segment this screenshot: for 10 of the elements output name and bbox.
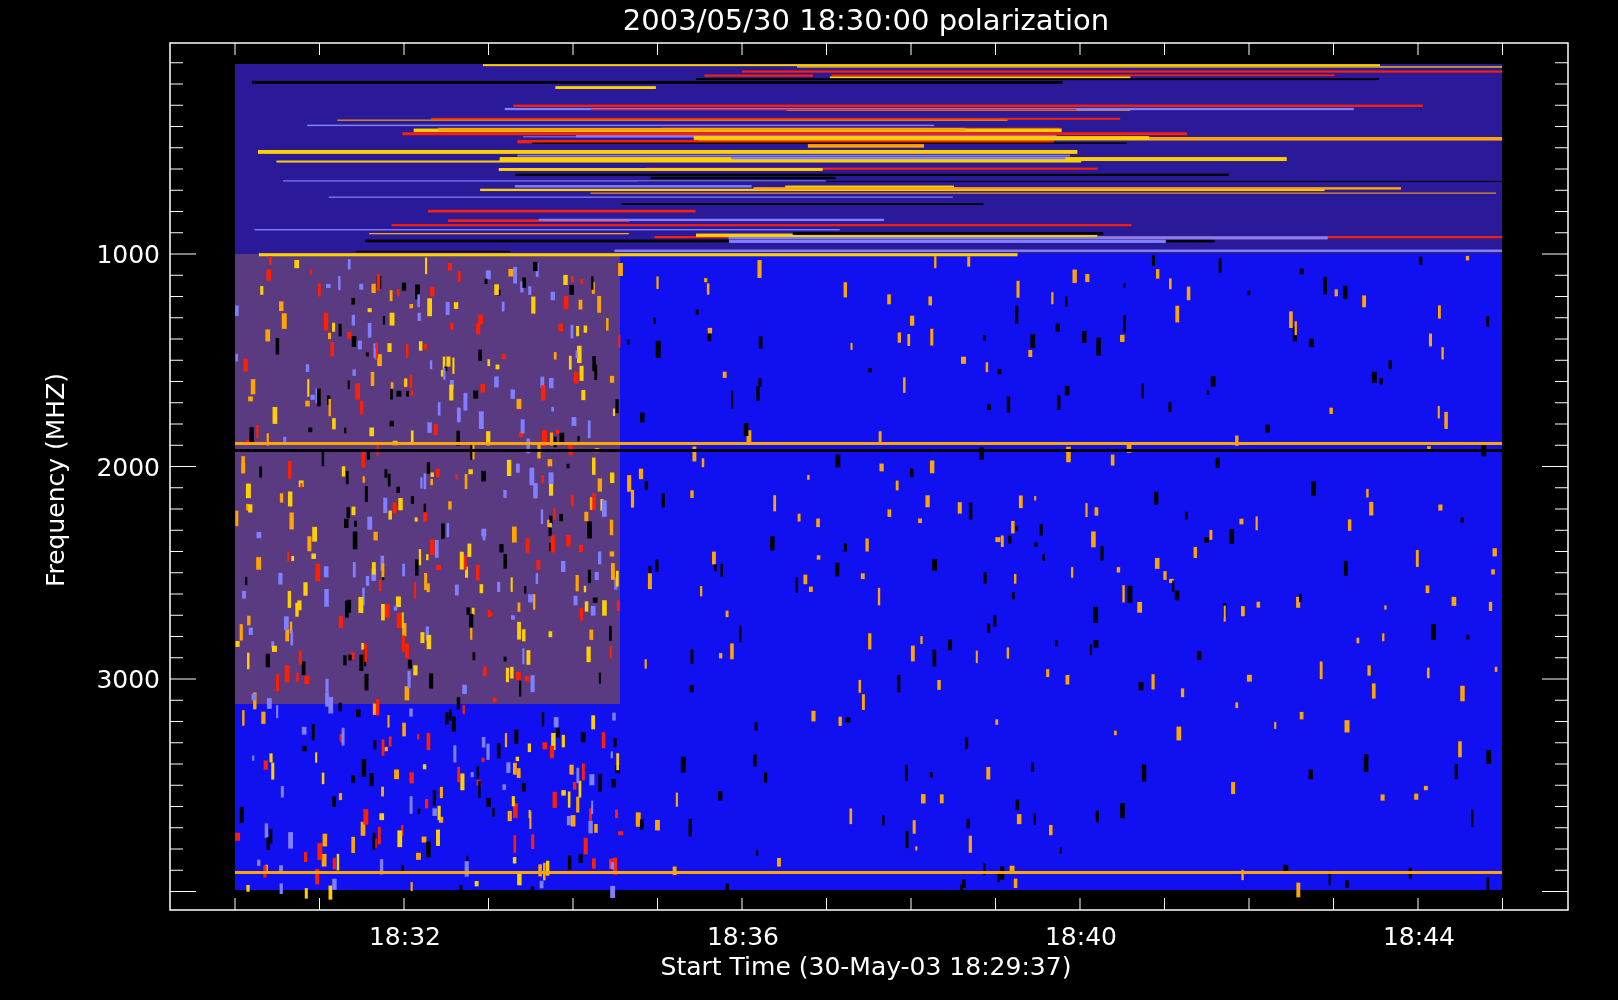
x-axis-label: Start Time (30-May-03 18:29:37)	[660, 952, 1072, 981]
y-axis-label: Frequency (MHZ)	[41, 372, 70, 588]
x-tick-label: 18:36	[707, 922, 779, 951]
chart-title: 2003/05/30 18:30:00 polarization	[622, 3, 1110, 37]
y-tick-label: 1000	[96, 240, 160, 269]
y-tick-label: 3000	[96, 665, 160, 694]
x-tick-label: 18:32	[369, 922, 441, 951]
y-tick-label: 2000	[96, 452, 160, 482]
x-tick-label: 18:40	[1045, 922, 1117, 951]
x-tick-label: 18:44	[1383, 922, 1455, 951]
